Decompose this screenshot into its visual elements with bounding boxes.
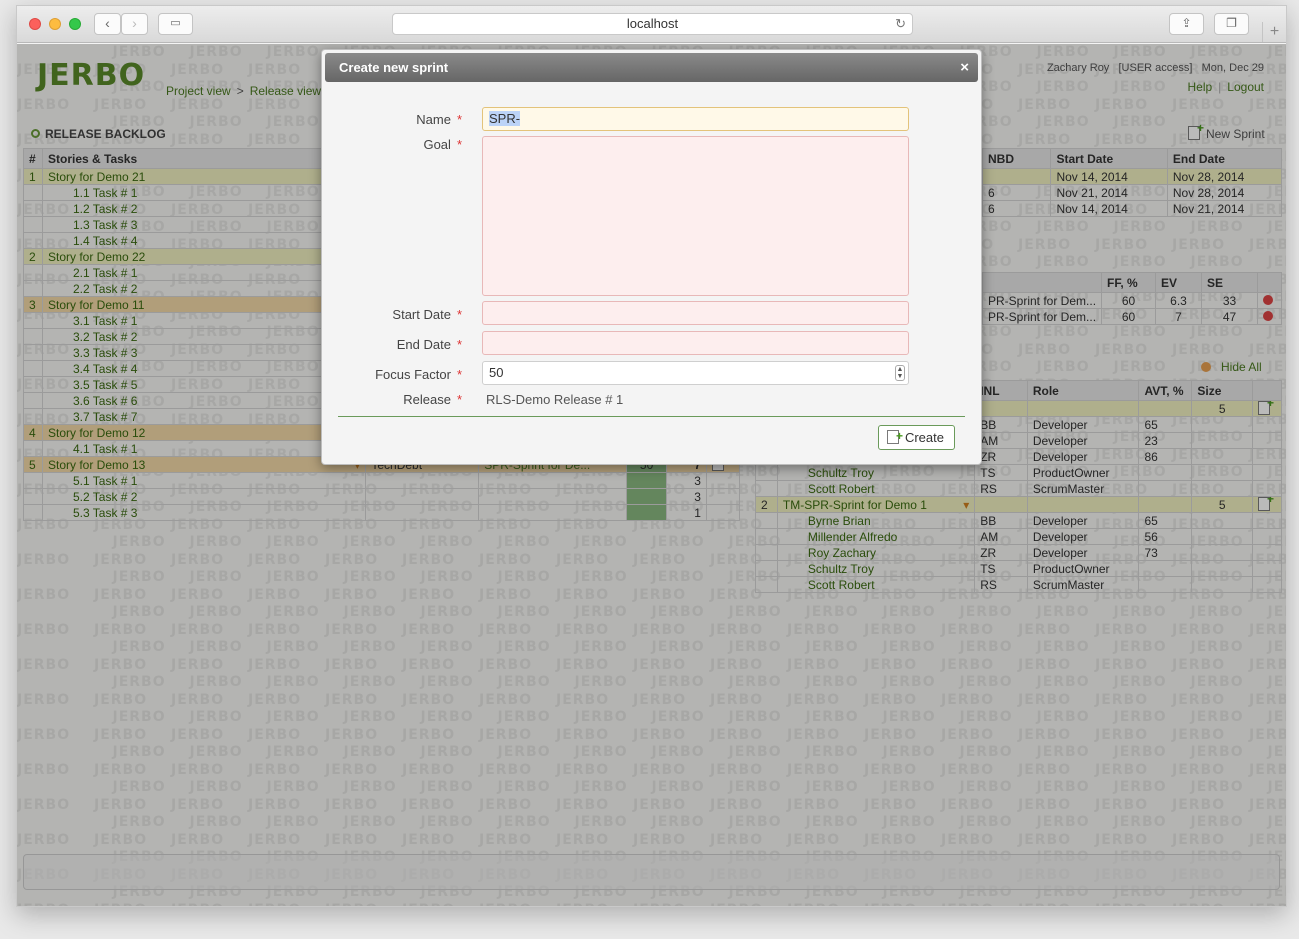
new-tab-button[interactable]: + (1262, 22, 1286, 42)
goal-textarea[interactable] (482, 136, 909, 296)
close-window-button[interactable] (29, 18, 41, 30)
address-bar[interactable]: localhost ↻ (392, 13, 913, 35)
create-button[interactable]: Create (877, 425, 955, 450)
sidebar-toggle-button[interactable]: ▭ (158, 13, 193, 35)
name-input[interactable]: SPR- (482, 107, 909, 131)
forward-button[interactable]: › (121, 13, 148, 35)
page-content: JERBO JERBO JERBO JERBO JERBO JERBO JERB… (17, 44, 1286, 906)
stepper-arrows-icon[interactable]: ▲ ▼ (895, 365, 905, 381)
start-date-label: Start Date * (392, 307, 462, 322)
end-date-input[interactable] (482, 331, 909, 355)
focus-factor-label: Focus Factor * (375, 367, 462, 382)
browser-titlebar: ‹ › ▭ localhost ↻ ⇪ ❐ + (17, 6, 1286, 43)
end-date-label: End Date * (396, 337, 462, 352)
name-label: Name * (416, 112, 462, 127)
tabs-overview-button[interactable]: ❐ (1214, 13, 1249, 35)
url-text: localhost (626, 16, 679, 31)
dialog-title: Create new sprint (339, 60, 449, 75)
minimize-window-button[interactable] (49, 18, 61, 30)
focus-factor-stepper[interactable]: 50 ▲ ▼ (482, 361, 909, 385)
dialog-header: Create new sprint × (325, 53, 978, 82)
browser-window: ‹ › ▭ localhost ↻ ⇪ ❐ + JERBO JERBO JERB… (16, 5, 1287, 907)
goal-label: Goal * (423, 137, 462, 152)
focus-factor-value: 50 (489, 365, 504, 380)
back-button[interactable]: ‹ (94, 13, 121, 35)
reload-icon[interactable]: ↻ (895, 14, 906, 34)
release-label: Release * (403, 392, 462, 407)
create-sprint-dialog: Create new sprint × Name * SPR- Goal * Sta… (321, 49, 982, 465)
zoom-window-button[interactable] (69, 18, 81, 30)
release-value: RLS-Demo Release # 1 (486, 392, 624, 407)
share-button[interactable]: ⇪ (1169, 13, 1204, 35)
dialog-divider (338, 416, 965, 417)
start-date-input[interactable] (482, 301, 909, 325)
close-icon[interactable]: × (960, 53, 969, 82)
name-input-value: SPR- (489, 111, 521, 126)
new-document-icon (886, 425, 903, 448)
